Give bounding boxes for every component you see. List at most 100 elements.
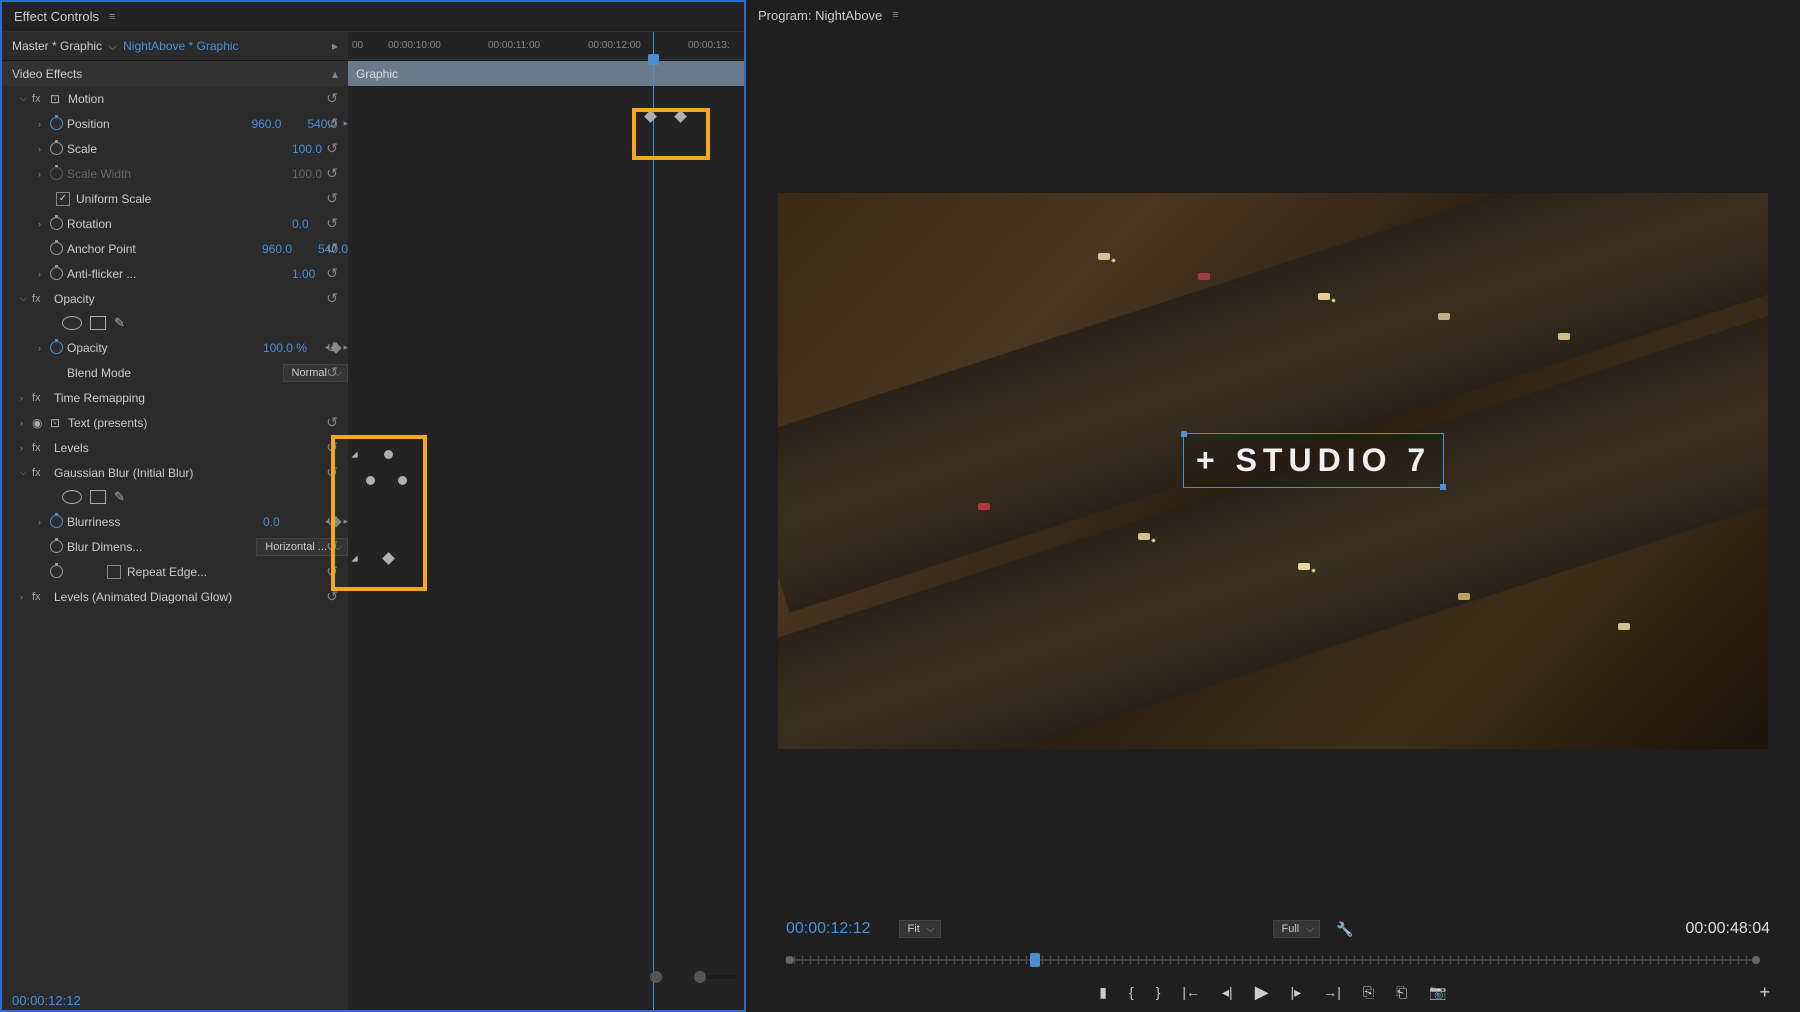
uniform-scale-row[interactable]: Uniform Scale ↺ <box>2 186 348 211</box>
stopwatch-icon[interactable] <box>50 540 63 553</box>
pen-mask-icon[interactable]: ✎ <box>114 489 125 505</box>
scrub-track[interactable] <box>786 959 1760 961</box>
twirl-icon[interactable]: › <box>38 517 50 527</box>
scale-value[interactable]: 100.0 <box>292 142 348 156</box>
rect-mask-icon[interactable] <box>90 490 106 504</box>
opacity-effect-row[interactable]: ⌵ fx Opacity ↺ <box>2 286 348 311</box>
stopwatch-icon[interactable] <box>50 142 63 155</box>
time-ruler[interactable]: 00 00:00:10:00 00:00:11:00 00:00:12:00 0… <box>348 32 744 60</box>
source-clip-label[interactable]: NightAbove * Graphic <box>123 39 238 53</box>
reset-icon[interactable]: ↺ <box>326 339 338 356</box>
clip-source-row[interactable]: Master * Graphic ⌵ NightAbove * Graphic … <box>2 32 348 60</box>
graphic-title-selected[interactable]: + STUDIO 7 <box>1183 433 1444 488</box>
stopwatch-icon[interactable] <box>50 515 63 528</box>
blurriness-value[interactable]: 0.0 <box>263 515 319 529</box>
fx-badge-icon[interactable]: fx <box>32 293 50 305</box>
settings-wrench-icon[interactable]: 🔧 <box>1336 921 1353 938</box>
reset-icon[interactable]: ↺ <box>326 414 338 431</box>
pen-mask-icon[interactable]: ✎ <box>114 315 125 331</box>
twirl-icon[interactable]: › <box>38 119 50 129</box>
program-viewport[interactable]: + STUDIO 7 <box>746 30 1800 912</box>
step-back-icon[interactable]: ◂| <box>1222 984 1233 1001</box>
twirl-down-icon[interactable]: ⌵ <box>20 467 32 478</box>
anchor-point-row[interactable]: Anchor Point 960.0 540.0 ↺ <box>2 236 348 261</box>
out-point-icon[interactable]: } <box>1156 984 1161 1000</box>
text-effect-row[interactable]: › ◉ ⊡ Text (presents) ↺ <box>2 410 348 435</box>
blend-mode-dropdown[interactable]: Normal <box>283 364 348 382</box>
fx-badge-icon[interactable]: fx <box>32 93 50 105</box>
twirl-icon[interactable]: › <box>20 443 32 453</box>
clip-track-bar[interactable]: Graphic <box>348 60 744 86</box>
reset-icon[interactable]: ↺ <box>326 115 338 132</box>
goto-in-icon[interactable]: |← <box>1182 984 1200 1000</box>
motion-effect-row[interactable]: ⌵ fx ⊡ Motion ↺ <box>2 86 348 111</box>
lift-icon[interactable]: ⎘ <box>1363 984 1374 1001</box>
fx-badge-icon[interactable]: fx <box>32 591 50 603</box>
video-frame[interactable]: + STUDIO 7 <box>778 193 1768 749</box>
stopwatch-icon[interactable] <box>50 217 63 230</box>
horizontal-scrollbar[interactable] <box>694 972 736 982</box>
reset-icon[interactable]: ↺ <box>326 190 338 207</box>
collapse-triangle-icon[interactable]: ▴ <box>332 67 338 81</box>
repeat-edge-checkbox[interactable] <box>107 565 121 579</box>
position-x-value[interactable]: 960.0 <box>251 117 307 131</box>
stopwatch-icon[interactable] <box>50 267 63 280</box>
panel-timecode[interactable]: 00:00:12:12 <box>12 993 81 1008</box>
marker-icon[interactable]: ▮ <box>1099 984 1107 1001</box>
twirl-icon[interactable]: › <box>20 592 32 602</box>
scrub-bar[interactable] <box>786 950 1760 970</box>
stopwatch-icon[interactable] <box>50 117 63 130</box>
fx-badge-icon[interactable]: fx <box>32 467 50 479</box>
playhead-indicator[interactable] <box>653 32 654 1010</box>
panel-menu-icon[interactable]: ≡ <box>109 11 115 23</box>
fx-badge-icon[interactable]: fx <box>32 442 50 454</box>
anti-flicker-value[interactable]: 1.00 <box>292 267 348 281</box>
levels-glow-row[interactable]: › fx Levels (Animated Diagonal Glow) ↺ <box>2 584 348 609</box>
twirl-icon[interactable]: › <box>38 343 50 353</box>
time-remapping-row[interactable]: › fx Time Remapping <box>2 385 348 410</box>
position-row[interactable]: › Position 960.0 540.0 ▸ ↺ <box>2 111 348 136</box>
rotation-row[interactable]: › Rotation 0.0 ↺ <box>2 211 348 236</box>
blur-dimensions-row[interactable]: Blur Dimens... Horizontal ... ↺ <box>2 534 348 559</box>
play-icon[interactable]: ▶ <box>1255 982 1269 1003</box>
video-effects-header[interactable]: Video Effects ▴ <box>2 60 348 86</box>
reset-icon[interactable]: ↺ <box>326 240 338 257</box>
anchor-x-value[interactable]: 960.0 <box>262 242 318 256</box>
levels-effect-row[interactable]: › fx Levels ↺ <box>2 435 348 460</box>
twirl-icon[interactable]: › <box>38 269 50 279</box>
current-timecode[interactable]: 00:00:12:12 <box>786 920 871 938</box>
twirl-down-icon[interactable]: ⌵ <box>20 293 32 304</box>
repeat-edge-row[interactable]: Repeat Edge... ↺ <box>2 559 348 584</box>
twirl-icon[interactable]: › <box>38 219 50 229</box>
step-forward-icon[interactable]: |▸ <box>1291 984 1302 1001</box>
stopwatch-icon[interactable] <box>50 242 63 255</box>
blurriness-row[interactable]: › Blurriness 0.0 ◂▸ ↺ <box>2 509 348 534</box>
uniform-scale-checkbox[interactable] <box>56 192 70 206</box>
rotation-value[interactable]: 0.0 <box>292 217 348 231</box>
reset-icon[interactable]: ↺ <box>326 265 338 282</box>
anti-flicker-row[interactable]: › Anti-flicker ... 1.00 ↺ <box>2 261 348 286</box>
fx-badge-icon[interactable]: fx <box>32 392 50 404</box>
stopwatch-icon[interactable] <box>50 565 63 578</box>
quality-dropdown[interactable]: Full <box>1273 920 1321 938</box>
ellipse-mask-icon[interactable] <box>62 490 82 504</box>
twirl-icon[interactable]: › <box>38 144 50 154</box>
goto-out-icon[interactable]: →| <box>1323 984 1341 1000</box>
twirl-down-icon[interactable]: ⌵ <box>20 93 32 104</box>
scale-row[interactable]: › Scale 100.0 ↺ <box>2 136 348 161</box>
export-frame-icon[interactable]: 📷 <box>1429 984 1446 1001</box>
ellipse-mask-icon[interactable] <box>62 316 82 330</box>
twirl-icon[interactable]: › <box>20 418 32 428</box>
panel-menu-icon[interactable]: ≡ <box>892 9 898 21</box>
reset-icon[interactable]: ↺ <box>326 290 338 307</box>
reset-icon[interactable]: ↺ <box>326 165 338 182</box>
reset-icon[interactable]: ↺ <box>326 215 338 232</box>
rect-mask-icon[interactable] <box>90 316 106 330</box>
opacity-value-row[interactable]: › Opacity 100.0 % ◂▸ ↺ <box>2 335 348 360</box>
scrub-playhead[interactable] <box>1030 953 1040 967</box>
add-button-icon[interactable]: + <box>1759 982 1770 1003</box>
arrow-right-icon[interactable]: ▸ <box>332 39 338 53</box>
stopwatch-icon[interactable] <box>50 341 63 354</box>
chevron-down-icon[interactable]: ⌵ <box>108 39 117 54</box>
reset-icon[interactable]: ↺ <box>326 140 338 157</box>
